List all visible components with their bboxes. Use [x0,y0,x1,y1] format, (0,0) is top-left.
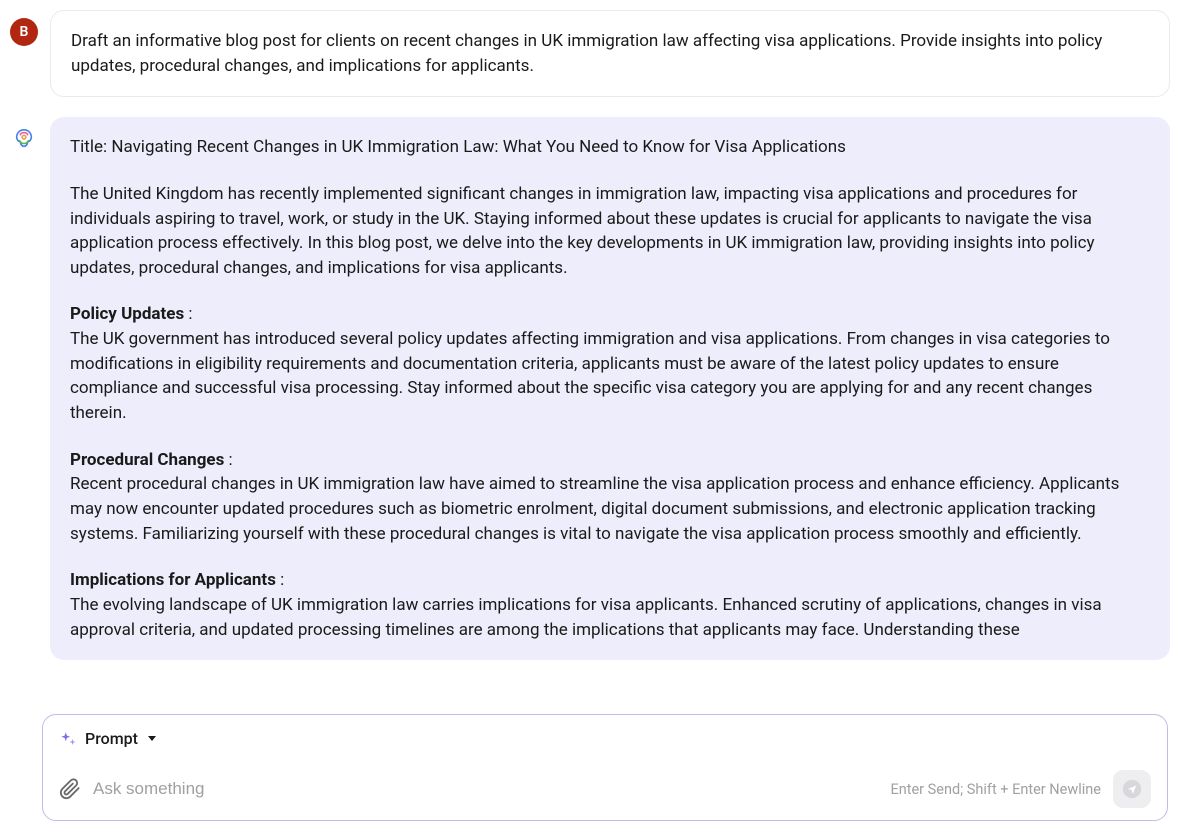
sparkle-icon [59,730,77,748]
chevron-down-icon [148,736,156,741]
user-avatar-letter: B [20,24,29,40]
input-area: Prompt Enter Send; Shift + Enter Newline [42,714,1168,821]
prompt-selector[interactable]: Prompt [59,729,1151,748]
input-row: Enter Send; Shift + Enter Newline [59,770,1151,808]
send-button[interactable] [1113,770,1151,808]
send-icon [1122,779,1142,799]
ai-section3-heading: Implications for Applicants [70,570,276,590]
ai-intro: The United Kingdom has recently implemen… [70,184,1095,278]
ai-section2-heading: Procedural Changes [70,450,224,470]
ai-message-bubble: Title: Navigating Recent Changes in UK I… [50,117,1170,660]
prompt-label: Prompt [85,729,138,748]
ai-section3-body: The evolving landscape of UK immigration… [70,595,1102,640]
message-input[interactable] [93,779,878,799]
ai-logo-icon [13,128,35,150]
ai-section1-body: The UK government has introduced several… [70,329,1110,423]
input-hint: Enter Send; Shift + Enter Newline [890,781,1101,798]
ai-title: Title: Navigating Recent Changes in UK I… [70,137,846,157]
ai-avatar [10,125,38,153]
attachment-icon[interactable] [59,778,81,800]
ai-section2-body: Recent procedural changes in UK immigrat… [70,474,1119,543]
conversation-container: B Draft an informative blog post for cli… [0,0,1180,660]
user-message-text: Draft an informative blog post for clien… [71,31,1102,76]
user-message-row: B Draft an informative blog post for cli… [10,10,1170,97]
ai-message-row: Title: Navigating Recent Changes in UK I… [10,117,1170,660]
user-message-bubble: Draft an informative blog post for clien… [50,10,1170,97]
ai-section1-heading: Policy Updates [70,304,184,324]
user-avatar: B [10,18,38,46]
